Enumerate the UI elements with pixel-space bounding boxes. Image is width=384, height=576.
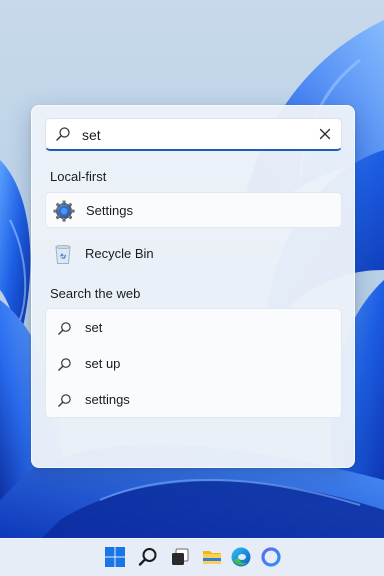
search-icon[interactable] bbox=[137, 546, 159, 568]
web-result-label: set up bbox=[85, 356, 121, 371]
search-icon bbox=[55, 126, 71, 142]
result-recycle-bin[interactable]: Recycle Bin bbox=[45, 236, 342, 272]
local-results-heading: Local-first bbox=[50, 169, 107, 184]
web-result-settings[interactable]: settings bbox=[46, 382, 341, 418]
settings-gear-icon bbox=[53, 200, 75, 222]
result-label: Settings bbox=[86, 203, 133, 218]
result-label: Recycle Bin bbox=[85, 246, 154, 261]
result-settings[interactable]: Settings bbox=[45, 192, 342, 228]
windows-start-icon[interactable] bbox=[104, 546, 126, 568]
task-view-icon[interactable] bbox=[169, 546, 191, 568]
search-input[interactable] bbox=[82, 125, 302, 145]
web-result-set-up[interactable]: set up bbox=[46, 346, 341, 382]
edge-browser-icon[interactable] bbox=[230, 546, 252, 568]
web-results-heading: Search the web bbox=[50, 286, 141, 301]
search-icon bbox=[57, 321, 72, 336]
web-result-label: set bbox=[85, 320, 103, 335]
web-result-set[interactable]: set bbox=[46, 310, 341, 346]
desktop: Local-first bbox=[0, 0, 384, 576]
search-icon bbox=[57, 393, 72, 408]
search-icon bbox=[57, 357, 72, 372]
cortana-ring-icon[interactable] bbox=[260, 546, 282, 568]
search-flyout: Local-first bbox=[31, 105, 355, 468]
close-icon[interactable] bbox=[317, 126, 333, 142]
recycle-bin-icon bbox=[52, 243, 74, 265]
web-results-list: set set up settings bbox=[45, 308, 342, 418]
taskbar bbox=[0, 538, 384, 576]
web-result-label: settings bbox=[85, 392, 130, 407]
search-box[interactable] bbox=[45, 118, 342, 151]
file-explorer-icon[interactable] bbox=[201, 546, 223, 568]
